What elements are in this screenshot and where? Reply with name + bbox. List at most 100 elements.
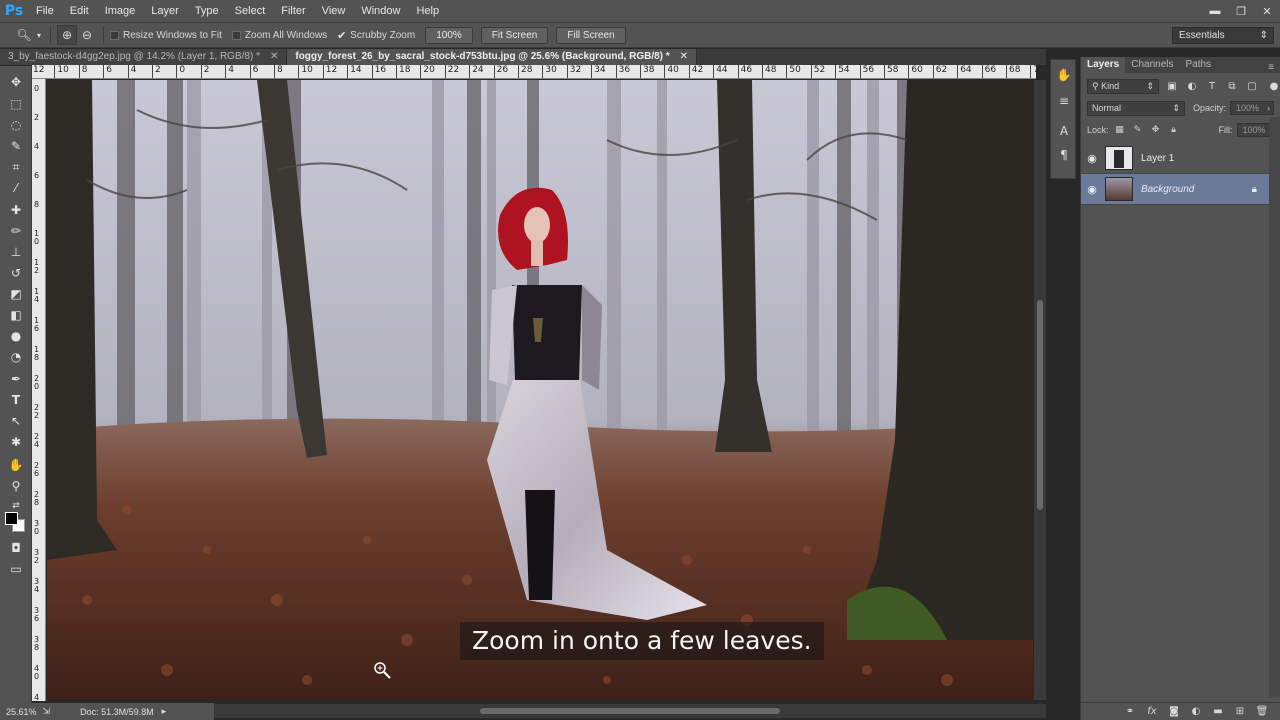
delete-layer-icon[interactable]: 🗑︎	[1251, 706, 1273, 717]
zoom-all-windows-checkbox[interactable]: Zoom All Windows	[231, 30, 327, 41]
zoom-in-icon[interactable]: ⊕	[57, 25, 77, 45]
status-menu-arrow-icon[interactable]: ▸	[162, 706, 167, 717]
layer-row-background[interactable]: ◉ Background 🔒︎	[1081, 174, 1269, 205]
pixel-filter-icon[interactable]: ▣	[1165, 79, 1179, 93]
menu-view[interactable]: View	[314, 0, 354, 22]
blur-tool-icon[interactable]: ●	[6, 326, 26, 346]
zoom-level-readout[interactable]: 25.61%	[6, 707, 37, 717]
visibility-eye-icon[interactable]: ◉	[1081, 183, 1103, 196]
tab-channels[interactable]: Channels	[1125, 57, 1179, 73]
opacity-field[interactable]: 100% ›	[1230, 101, 1275, 115]
workspace-select[interactable]: Essentials ⇕	[1172, 27, 1274, 44]
shape-tool-icon[interactable]: ✱	[6, 432, 26, 452]
quick-select-tool-icon[interactable]: ✎	[6, 136, 26, 156]
crop-tool-icon[interactable]: ⌗	[6, 157, 26, 177]
shape-filter-icon[interactable]: ⧉	[1225, 79, 1239, 93]
layer-row-layer-1[interactable]: ◉ Layer 1	[1081, 143, 1269, 174]
horizontal-ruler[interactable]: 12 10 8 6 4 2 0 2 4 6 8 10 12 14 16 18 20 22 24 26 28 30 32 34 3…	[32, 65, 1036, 79]
doc-size-readout[interactable]: Doc: 51.3M/59.8M	[80, 707, 154, 717]
tab-faestock-document[interactable]: 3_by_faestock-d4gg2ep.jpg @ 14.2% (Layer…	[0, 49, 288, 65]
lock-transparent-icon[interactable]: ▦	[1113, 123, 1127, 137]
paragraph-panel-icon[interactable]: ¶	[1055, 146, 1073, 164]
minimize-icon[interactable]: ▬	[1202, 0, 1228, 22]
filter-toggle-icon[interactable]: ●	[1267, 79, 1280, 93]
menu-select[interactable]: Select	[227, 0, 274, 22]
close-tab-icon[interactable]: ✕	[680, 49, 688, 65]
restore-icon[interactable]: ❐	[1228, 0, 1254, 22]
vertical-ruler[interactable]: 024681012141618202224262830323436384042	[32, 79, 46, 701]
fit-screen-button[interactable]: Fit Screen	[480, 26, 549, 44]
new-layer-icon[interactable]: ⊞	[1229, 706, 1251, 717]
zoom-100-button[interactable]: 100%	[425, 26, 473, 44]
menu-window[interactable]: Window	[353, 0, 408, 22]
horizontal-scrollbar-thumb[interactable]	[480, 708, 780, 714]
foreground-color-swatch[interactable]	[5, 512, 18, 525]
lasso-tool-icon[interactable]: ◌	[6, 115, 26, 135]
lock-label: Lock:	[1087, 125, 1109, 135]
marquee-tool-icon[interactable]: ⬚	[6, 94, 26, 114]
vertical-scrollbar-thumb[interactable]	[1037, 300, 1043, 510]
scrubby-zoom-label: Scrubby Zoom	[350, 29, 416, 41]
type-tool-icon[interactable]: T	[6, 390, 26, 410]
character-panel-icon[interactable]: A	[1055, 122, 1073, 140]
add-mask-icon[interactable]: ◙	[1163, 706, 1185, 717]
eyedropper-tool-icon[interactable]: ⁄	[6, 178, 26, 198]
layer-name[interactable]: Background	[1141, 184, 1194, 195]
zoom-tool-icon[interactable]: ⚲	[6, 476, 26, 496]
history-brush-tool-icon[interactable]: ↺	[6, 263, 26, 283]
lock-position-icon[interactable]: ✥	[1149, 123, 1163, 137]
tab-foggy-forest-document[interactable]: foggy_forest_26_by_sacral_stock-d753btu.…	[287, 49, 698, 65]
layer-name[interactable]: Layer 1	[1141, 153, 1174, 164]
export-icon[interactable]: ⇲	[43, 706, 51, 717]
horizontal-scrollbar[interactable]	[214, 704, 1046, 718]
menu-image[interactable]: Image	[97, 0, 144, 22]
menu-help[interactable]: Help	[408, 0, 447, 22]
ruler-tick-label: 12	[322, 65, 337, 78]
adjustment-filter-icon[interactable]: ◐	[1185, 79, 1199, 93]
tool-presets-icon[interactable]: ✋	[1055, 66, 1073, 84]
resize-windows-checkbox[interactable]: Resize Windows to Fit	[110, 30, 222, 41]
visibility-eye-icon[interactable]: ◉	[1081, 152, 1103, 165]
new-group-icon[interactable]: ▬	[1207, 706, 1229, 717]
clone-stamp-tool-icon[interactable]: ⊥	[6, 242, 26, 262]
gradient-tool-icon[interactable]: ◧	[6, 305, 26, 325]
type-filter-icon[interactable]: T	[1205, 79, 1219, 93]
screen-mode-icon[interactable]: ▭	[6, 559, 26, 579]
filter-kind-select[interactable]: ⚲ Kind ⇕	[1087, 78, 1159, 94]
eraser-tool-icon[interactable]: ◩	[6, 284, 26, 304]
vertical-scrollbar[interactable]	[1034, 80, 1046, 700]
quick-mask-icon[interactable]: ◘	[6, 538, 26, 558]
lock-all-icon[interactable]: 🔒︎	[1167, 123, 1181, 137]
layer-style-icon[interactable]: fx	[1141, 706, 1163, 717]
zoom-out-icon[interactable]: ⊖	[77, 25, 97, 45]
blend-mode-select[interactable]: Normal ⇕	[1087, 100, 1185, 116]
link-layers-icon[interactable]: ⚭	[1119, 706, 1141, 717]
panel-menu-icon[interactable]: ≡	[1262, 62, 1280, 73]
zoom-tool-icon[interactable]: 🔍︎	[14, 25, 34, 45]
menu-file[interactable]: File	[28, 0, 62, 22]
menu-edit[interactable]: Edit	[62, 0, 97, 22]
layers-scrollbar[interactable]	[1269, 117, 1280, 697]
brush-tool-icon[interactable]: ✏	[6, 221, 26, 241]
hand-tool-icon[interactable]: ✋	[6, 455, 26, 475]
scrubby-zoom-checkbox[interactable]: ✔ Scrubby Zoom	[337, 29, 415, 42]
document-canvas[interactable]	[47, 80, 1033, 700]
close-icon[interactable]: ✕	[1254, 0, 1280, 22]
healing-brush-tool-icon[interactable]: ✚	[6, 200, 26, 220]
smart-object-filter-icon[interactable]: ▢	[1245, 79, 1259, 93]
path-selection-tool-icon[interactable]: ↖	[6, 411, 26, 431]
fill-screen-button[interactable]: Fill Screen	[556, 26, 626, 44]
adjustment-layer-icon[interactable]: ◐	[1185, 706, 1207, 717]
tab-paths[interactable]: Paths	[1180, 57, 1218, 73]
tool-preset-chevron-down-icon[interactable]: ▾	[34, 25, 44, 45]
dodge-tool-icon[interactable]: ◔	[6, 347, 26, 367]
tab-layers[interactable]: Layers	[1081, 57, 1126, 73]
menu-filter[interactable]: Filter	[273, 0, 313, 22]
pen-tool-icon[interactable]: ✒	[6, 369, 26, 389]
move-tool-icon[interactable]: ✥	[6, 72, 26, 92]
close-tab-icon[interactable]: ✕	[270, 49, 278, 65]
menu-type[interactable]: Type	[187, 0, 227, 22]
lock-pixels-icon[interactable]: ✎	[1131, 123, 1145, 137]
brush-panel-icon[interactable]: ≡	[1055, 92, 1073, 110]
menu-layer[interactable]: Layer	[143, 0, 187, 22]
